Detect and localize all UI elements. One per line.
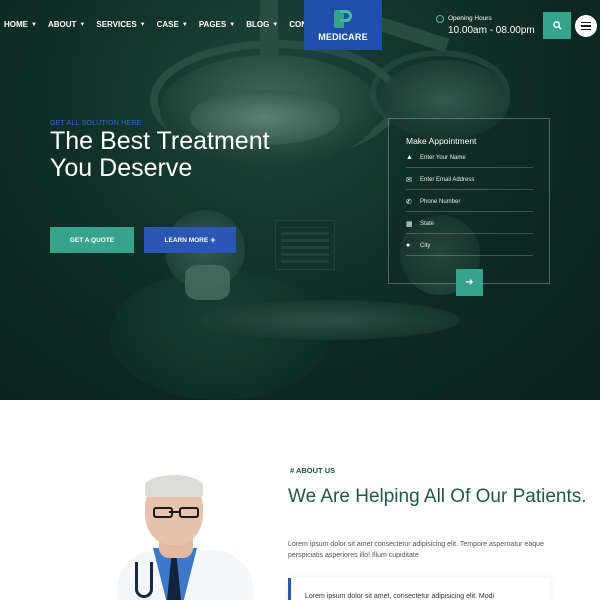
phone-field[interactable]: ✆ Phone Number: [406, 192, 533, 212]
learn-more-label: LEARN MORE: [164, 236, 209, 244]
logo-text: MEDICARE: [318, 32, 368, 42]
envelope-icon: ✉: [406, 176, 412, 184]
site-logo[interactable]: MEDICARE: [304, 0, 382, 50]
phone-icon: ✆: [406, 198, 412, 206]
chevron-down-icon: ▼: [31, 21, 37, 28]
chevron-down-icon: ▼: [272, 21, 279, 28]
nav-item-blog[interactable]: BLOG ▼: [246, 20, 278, 29]
nav-item-label: SERVICES: [96, 20, 137, 29]
learn-more-button[interactable]: LEARN MORE +: [144, 227, 236, 253]
chevron-down-icon: ▼: [229, 21, 236, 28]
main-nav: HOME ▼ ABOUT ▼ SERVICES ▼ CASE ▼ PAGES ▼ BLOG…: [4, 20, 339, 29]
nav-item-home[interactable]: HOME ▼: [4, 20, 37, 29]
hero-headline: The Best Treatment You Deserve: [50, 127, 270, 182]
opening-hours-label: Opening Hours: [448, 15, 492, 22]
get-quote-button[interactable]: GET A QUOTE: [50, 227, 134, 253]
search-button[interactable]: [543, 12, 571, 39]
phone-placeholder: Phone Number: [420, 198, 461, 205]
user-icon: ▲: [406, 154, 413, 161]
chevron-down-icon: ▼: [79, 21, 86, 28]
about-title: We Are Helping All Of Our Patients.: [288, 486, 587, 507]
name-placeholder: Enter Your Name: [420, 154, 466, 161]
menu-button[interactable]: [575, 15, 597, 37]
doctor-hair: [145, 475, 203, 497]
search-icon: [552, 21, 562, 30]
logo-icon: [332, 8, 354, 30]
hamburger-icon-line: [581, 25, 591, 27]
nav-item-about[interactable]: ABOUT ▼: [48, 20, 85, 29]
nav-item-label: CASE: [156, 20, 179, 29]
email-placeholder: Enter Email Address: [420, 176, 475, 183]
city-field[interactable]: ● City: [406, 236, 533, 256]
get-quote-label: GET A QUOTE: [69, 236, 115, 244]
city-placeholder: City: [420, 242, 431, 249]
doctor-glasses: [149, 507, 201, 519]
state-field[interactable]: ▦ State: [406, 214, 533, 234]
doctor-image: [105, 470, 265, 600]
hamburger-icon-line: [581, 28, 591, 31]
chevron-down-icon: ▼: [139, 21, 146, 28]
about-quote-box: Lorem ipsum dolor sit amet, consectetur …: [288, 578, 550, 600]
nav-item-case[interactable]: CASE ▼: [157, 20, 188, 29]
nav-item-label: PAGES: [198, 20, 227, 29]
nav-item-pages[interactable]: PAGES ▼: [199, 20, 235, 29]
state-placeholder: State: [420, 220, 435, 227]
clock-icon: [436, 15, 444, 23]
plus-icon: +: [210, 235, 216, 245]
appointment-title: Make Appointment: [406, 136, 477, 146]
about-text: Lorem ipsum dolor sit amet consectetur a…: [288, 541, 544, 559]
email-field[interactable]: ✉ Enter Email Address: [406, 170, 533, 190]
opening-hours-value: 10.00am - 08.00pm: [448, 25, 535, 36]
about-subtitle: # ABOUT US: [290, 466, 336, 475]
arrow-right-icon: ➜: [465, 277, 474, 288]
about-quote: Lorem ipsum dolor sit amet, consectetur …: [305, 593, 495, 600]
hero-tagline: GET ALL SOLUTION HERE: [50, 120, 142, 127]
nav-item-label: HOME: [4, 20, 28, 29]
location-pin-icon: ●: [406, 242, 411, 249]
map-icon: ▦: [406, 220, 413, 228]
nav-item-services[interactable]: SERVICES ▼: [96, 20, 145, 29]
chevron-down-icon: ▼: [181, 21, 188, 28]
nav-item-label: BLOG: [246, 20, 270, 29]
appointment-form: Make Appointment ▲ Enter Your Name ✉ Ent…: [388, 118, 550, 284]
stethoscope-icon: [135, 562, 153, 598]
nav-item-label: ABOUT: [47, 20, 77, 29]
appointment-submit-button[interactable]: ➜: [456, 269, 483, 296]
name-field[interactable]: ▲ Enter Your Name: [406, 148, 533, 168]
hamburger-icon-line: [581, 21, 591, 24]
